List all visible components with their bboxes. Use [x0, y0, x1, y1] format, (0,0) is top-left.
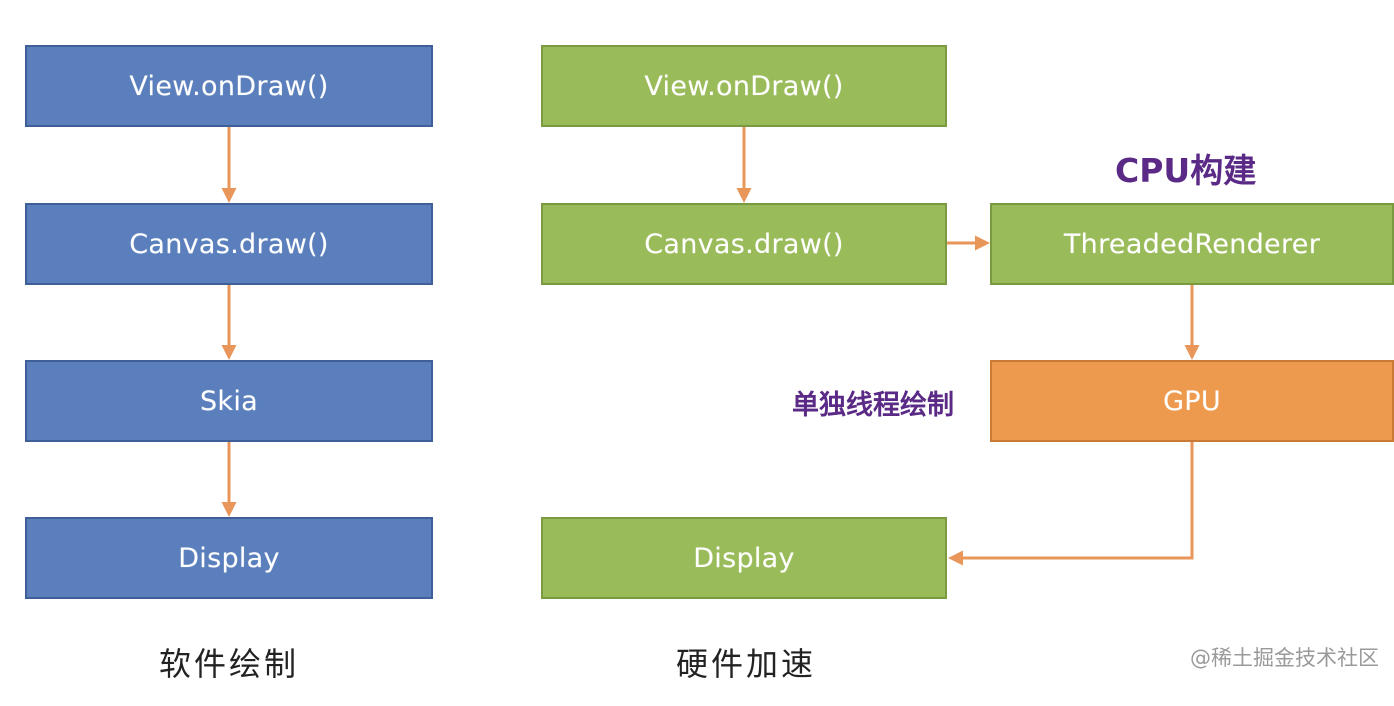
gpu-label: GPU	[1163, 385, 1221, 417]
sw-skia-label: Skia	[199, 385, 259, 417]
sw-canvas-draw-label: Canvas.draw()	[129, 228, 329, 260]
hardware-acceleration-caption: 硬件加速	[676, 645, 817, 683]
hw-display-box: Display	[541, 517, 947, 599]
rendering-pipeline-diagram: View.onDraw() Canvas.draw() Skia Display…	[0, 0, 1394, 706]
threaded-renderer-box: ThreadedRenderer	[990, 203, 1394, 285]
software-rendering-caption: 软件绘制	[159, 645, 300, 683]
sw-view-ondraw-label: View.onDraw()	[129, 70, 329, 102]
threaded-renderer-label: ThreadedRenderer	[1063, 228, 1321, 260]
sw-view-ondraw-box: View.onDraw()	[25, 45, 433, 127]
sw-canvas-draw-box: Canvas.draw()	[25, 203, 433, 285]
watermark: @稀土掘金技术社区	[1190, 646, 1379, 670]
hw-display-label: Display	[693, 542, 795, 574]
sw-skia-box: Skia	[25, 360, 433, 442]
sw-display-label: Display	[178, 542, 280, 574]
cpu-build-note: CPU构建	[1115, 151, 1257, 190]
hw-view-ondraw-box: View.onDraw()	[541, 45, 947, 127]
hw-canvas-draw-label: Canvas.draw()	[644, 228, 844, 260]
gpu-box: GPU	[990, 360, 1394, 442]
hw-view-ondraw-label: View.onDraw()	[644, 70, 844, 102]
arrow-gpu-to-display	[948, 442, 1194, 566]
separate-thread-note: 单独线程绘制	[792, 390, 954, 421]
sw-display-box: Display	[25, 517, 433, 599]
hw-canvas-draw-box: Canvas.draw()	[541, 203, 947, 285]
